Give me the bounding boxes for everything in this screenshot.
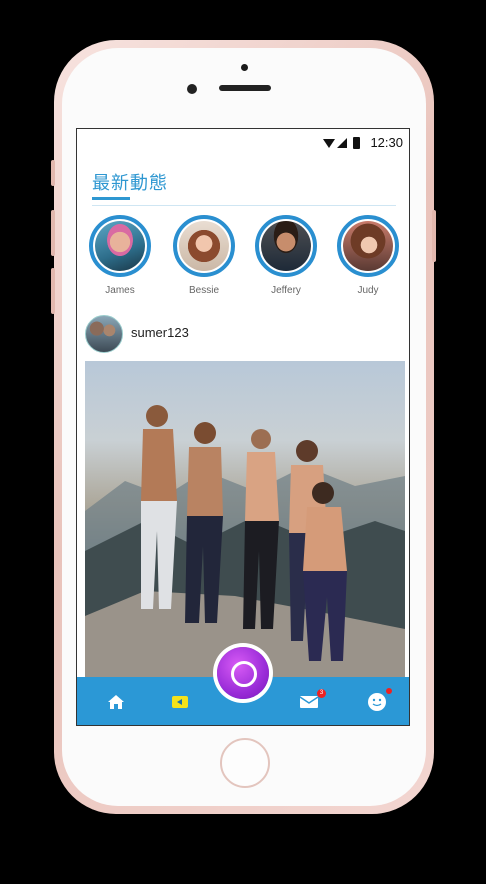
earpiece-speaker [219, 85, 271, 91]
post-username[interactable]: sumer123 [131, 325, 189, 340]
title-underline [92, 197, 130, 200]
play-icon [172, 696, 188, 708]
story-jeffery[interactable]: Jeffery [253, 215, 319, 296]
nav-home[interactable] [99, 677, 133, 725]
story-avatar-ring [337, 215, 399, 277]
post-photo[interactable] [85, 361, 405, 679]
story-james[interactable]: James [87, 215, 153, 296]
app-screen: 12:30 最新動態 James Bessie Jeffery Judy sum… [76, 128, 410, 726]
profile-icon [368, 693, 386, 711]
divider [92, 205, 396, 206]
story-name: Jeffery [271, 285, 301, 296]
volume-up-button [51, 210, 55, 256]
story-avatar [343, 221, 393, 271]
home-icon [108, 695, 124, 709]
nav-videos[interactable] [163, 677, 197, 725]
home-button[interactable] [220, 738, 270, 788]
story-avatar-ring [173, 215, 235, 277]
mail-icon [299, 696, 319, 708]
story-name: Judy [357, 285, 379, 296]
story-bessie[interactable]: Bessie [171, 215, 237, 296]
story-avatar [261, 221, 311, 271]
status-bar: 12:30 [77, 129, 409, 157]
page-title: 最新動態 [92, 173, 168, 193]
battery-icon [353, 137, 360, 149]
story-name: Bessie [188, 285, 219, 296]
record-icon [231, 661, 257, 687]
nav-profile[interactable] [357, 677, 397, 725]
story-name: James [105, 285, 135, 296]
post-avatar[interactable] [85, 315, 123, 353]
mountain-group-photo [85, 405, 405, 679]
profile-notification-dot [386, 688, 392, 694]
mute-switch [51, 160, 55, 186]
status-time: 12:30 [370, 135, 403, 150]
signal-icon [337, 138, 347, 148]
story-avatar [95, 221, 145, 271]
volume-down-button [51, 268, 55, 314]
power-button [432, 210, 436, 262]
front-camera [187, 84, 197, 94]
story-judy[interactable]: Judy [335, 215, 401, 296]
mail-badge: 3 [317, 689, 326, 698]
wifi-icon [323, 139, 335, 148]
nav-messages[interactable]: 3 [289, 677, 329, 725]
story-avatar-ring [89, 215, 151, 277]
story-avatar-ring [255, 215, 317, 277]
story-avatar [179, 221, 229, 271]
proximity-sensor [241, 64, 248, 71]
record-button[interactable] [217, 647, 269, 699]
